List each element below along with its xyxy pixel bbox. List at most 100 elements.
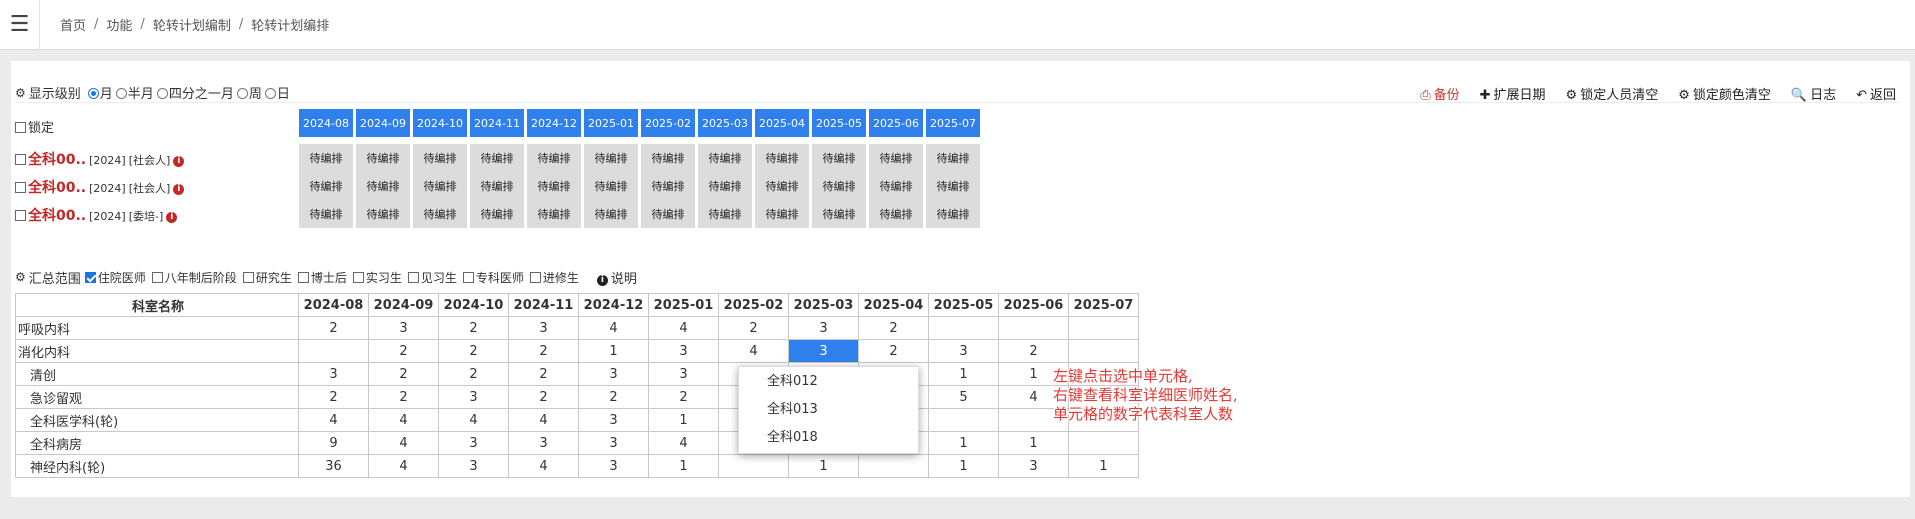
summary-option[interactable]: 研究生 xyxy=(242,271,292,285)
count-cell[interactable]: 5 xyxy=(928,385,999,409)
action-plus-button[interactable]: ✚ 扩展日期 xyxy=(1480,84,1546,103)
summary-option[interactable]: 八年制后阶段 xyxy=(151,271,237,285)
pending-schedule-cell[interactable]: 待编排 xyxy=(299,172,353,200)
count-cell[interactable]: 3 xyxy=(788,316,859,340)
count-cell[interactable]: 1 xyxy=(648,454,719,478)
month-header-button[interactable]: 2024-10 xyxy=(413,109,467,137)
pending-schedule-cell[interactable]: 待编排 xyxy=(812,144,866,172)
pending-schedule-cell[interactable]: 待编排 xyxy=(299,144,353,172)
pending-schedule-cell[interactable]: 待编排 xyxy=(470,200,524,228)
display-level-radio[interactable] xyxy=(156,88,168,99)
lock-checkbox[interactable] xyxy=(15,122,26,133)
pending-schedule-cell[interactable]: 待编排 xyxy=(869,144,923,172)
action-gear-button[interactable]: ⚙ 锁定颜色清空 xyxy=(1678,84,1771,103)
count-cell[interactable]: 3 xyxy=(648,362,719,386)
count-cell[interactable]: 2 xyxy=(368,385,439,409)
count-cell[interactable]: 4 xyxy=(368,454,439,478)
summary-option[interactable]: 进修生 xyxy=(529,271,579,285)
count-cell[interactable]: 2 xyxy=(998,339,1069,363)
pending-schedule-cell[interactable]: 待编排 xyxy=(356,172,410,200)
count-cell[interactable]: 3 xyxy=(928,339,999,363)
display-level-radio[interactable] xyxy=(236,88,248,99)
count-cell[interactable] xyxy=(928,316,999,340)
summary-option[interactable]: 博士后 xyxy=(297,271,347,285)
count-cell[interactable]: 3 xyxy=(508,431,579,455)
pending-schedule-cell[interactable]: 待编排 xyxy=(584,200,638,228)
count-cell[interactable]: 3 xyxy=(368,316,439,340)
pending-schedule-cell[interactable]: 待编排 xyxy=(299,200,353,228)
count-cell[interactable]: 3 xyxy=(438,431,509,455)
count-cell[interactable]: 3 xyxy=(648,339,719,363)
pending-schedule-cell[interactable]: 待编排 xyxy=(926,200,980,228)
count-cell[interactable]: 36 xyxy=(298,454,369,478)
count-cell[interactable]: 1 xyxy=(998,431,1069,455)
count-cell[interactable]: 1 xyxy=(648,408,719,432)
pending-schedule-cell[interactable]: 待编排 xyxy=(470,172,524,200)
info-icon[interactable]: i xyxy=(173,184,185,195)
count-cell[interactable]: 4 xyxy=(298,408,369,432)
pending-schedule-cell[interactable]: 待编排 xyxy=(926,144,980,172)
count-cell[interactable]: 1 xyxy=(1068,454,1139,478)
month-header-button[interactable]: 2025-02 xyxy=(641,109,695,137)
pending-schedule-cell[interactable]: 待编排 xyxy=(755,144,809,172)
count-cell[interactable]: 4 xyxy=(368,408,439,432)
count-cell[interactable]: 2 xyxy=(508,385,579,409)
count-cell[interactable] xyxy=(1068,316,1139,340)
count-cell[interactable]: 3 xyxy=(298,362,369,386)
count-cell[interactable]: 1 xyxy=(788,454,859,478)
pending-schedule-cell[interactable]: 待编排 xyxy=(527,200,581,228)
count-cell[interactable]: 2 xyxy=(438,339,509,363)
summary-option-checkbox[interactable] xyxy=(352,271,364,283)
pending-schedule-cell[interactable]: 待编排 xyxy=(356,144,410,172)
count-cell[interactable]: 1 xyxy=(928,454,999,478)
person-name[interactable]: 全科00.. xyxy=(28,152,86,168)
display-level-radio[interactable] xyxy=(264,88,276,99)
count-cell[interactable]: 2 xyxy=(298,385,369,409)
pending-schedule-cell[interactable]: 待编排 xyxy=(869,172,923,200)
info-icon[interactable]: i xyxy=(173,156,185,167)
pending-schedule-cell[interactable]: 待编排 xyxy=(698,172,752,200)
pending-schedule-cell[interactable]: 待编排 xyxy=(641,172,695,200)
pending-schedule-cell[interactable]: 待编排 xyxy=(755,172,809,200)
person-name[interactable]: 全科00.. xyxy=(28,180,86,196)
summary-option-checkbox[interactable] xyxy=(529,271,541,283)
count-cell[interactable]: 4 xyxy=(648,316,719,340)
count-cell[interactable]: 4 xyxy=(508,408,579,432)
pending-schedule-cell[interactable]: 待编排 xyxy=(527,172,581,200)
month-header-button[interactable]: 2024-08 xyxy=(299,109,353,137)
pending-schedule-cell[interactable]: 待编排 xyxy=(584,172,638,200)
count-cell[interactable]: 2 xyxy=(578,385,649,409)
summary-option[interactable]: 实习生 xyxy=(352,271,402,285)
count-cell[interactable]: 1 xyxy=(578,339,649,363)
count-cell[interactable] xyxy=(298,339,369,363)
count-cell[interactable]: 3 xyxy=(578,431,649,455)
pending-schedule-cell[interactable]: 待编排 xyxy=(698,144,752,172)
pending-schedule-cell[interactable]: 待编排 xyxy=(812,172,866,200)
count-cell[interactable]: 3 xyxy=(998,454,1069,478)
count-cell[interactable]: 3 xyxy=(438,454,509,478)
count-cell[interactable]: 3 xyxy=(578,362,649,386)
pending-schedule-cell[interactable]: 待编排 xyxy=(356,200,410,228)
pending-schedule-cell[interactable]: 待编排 xyxy=(755,200,809,228)
pending-schedule-cell[interactable]: 待编排 xyxy=(641,144,695,172)
pending-schedule-cell[interactable]: 待编排 xyxy=(413,144,467,172)
pending-schedule-cell[interactable]: 待编排 xyxy=(470,144,524,172)
summary-option[interactable]: 住院医师 xyxy=(84,271,146,285)
summary-option-checkbox[interactable] xyxy=(242,271,254,283)
context-menu-item[interactable]: 全科012 xyxy=(739,369,918,395)
count-cell[interactable]: 3 xyxy=(788,339,859,363)
display-level-radio[interactable] xyxy=(87,88,99,99)
pending-schedule-cell[interactable]: 待编排 xyxy=(641,200,695,228)
count-cell[interactable]: 3 xyxy=(578,408,649,432)
count-cell[interactable] xyxy=(998,316,1069,340)
month-header-button[interactable]: 2024-12 xyxy=(527,109,581,137)
count-cell[interactable]: 9 xyxy=(298,431,369,455)
month-header-button[interactable]: 2024-11 xyxy=(470,109,524,137)
summary-option[interactable]: 专科医师 xyxy=(462,271,524,285)
person-checkbox[interactable] xyxy=(15,154,26,165)
count-cell[interactable]: 2 xyxy=(508,362,579,386)
action-save-button[interactable]: ⎙ 备份 xyxy=(1420,84,1459,103)
summary-option-checkbox[interactable] xyxy=(84,271,96,283)
count-cell[interactable]: 3 xyxy=(438,385,509,409)
count-cell[interactable]: 3 xyxy=(578,454,649,478)
